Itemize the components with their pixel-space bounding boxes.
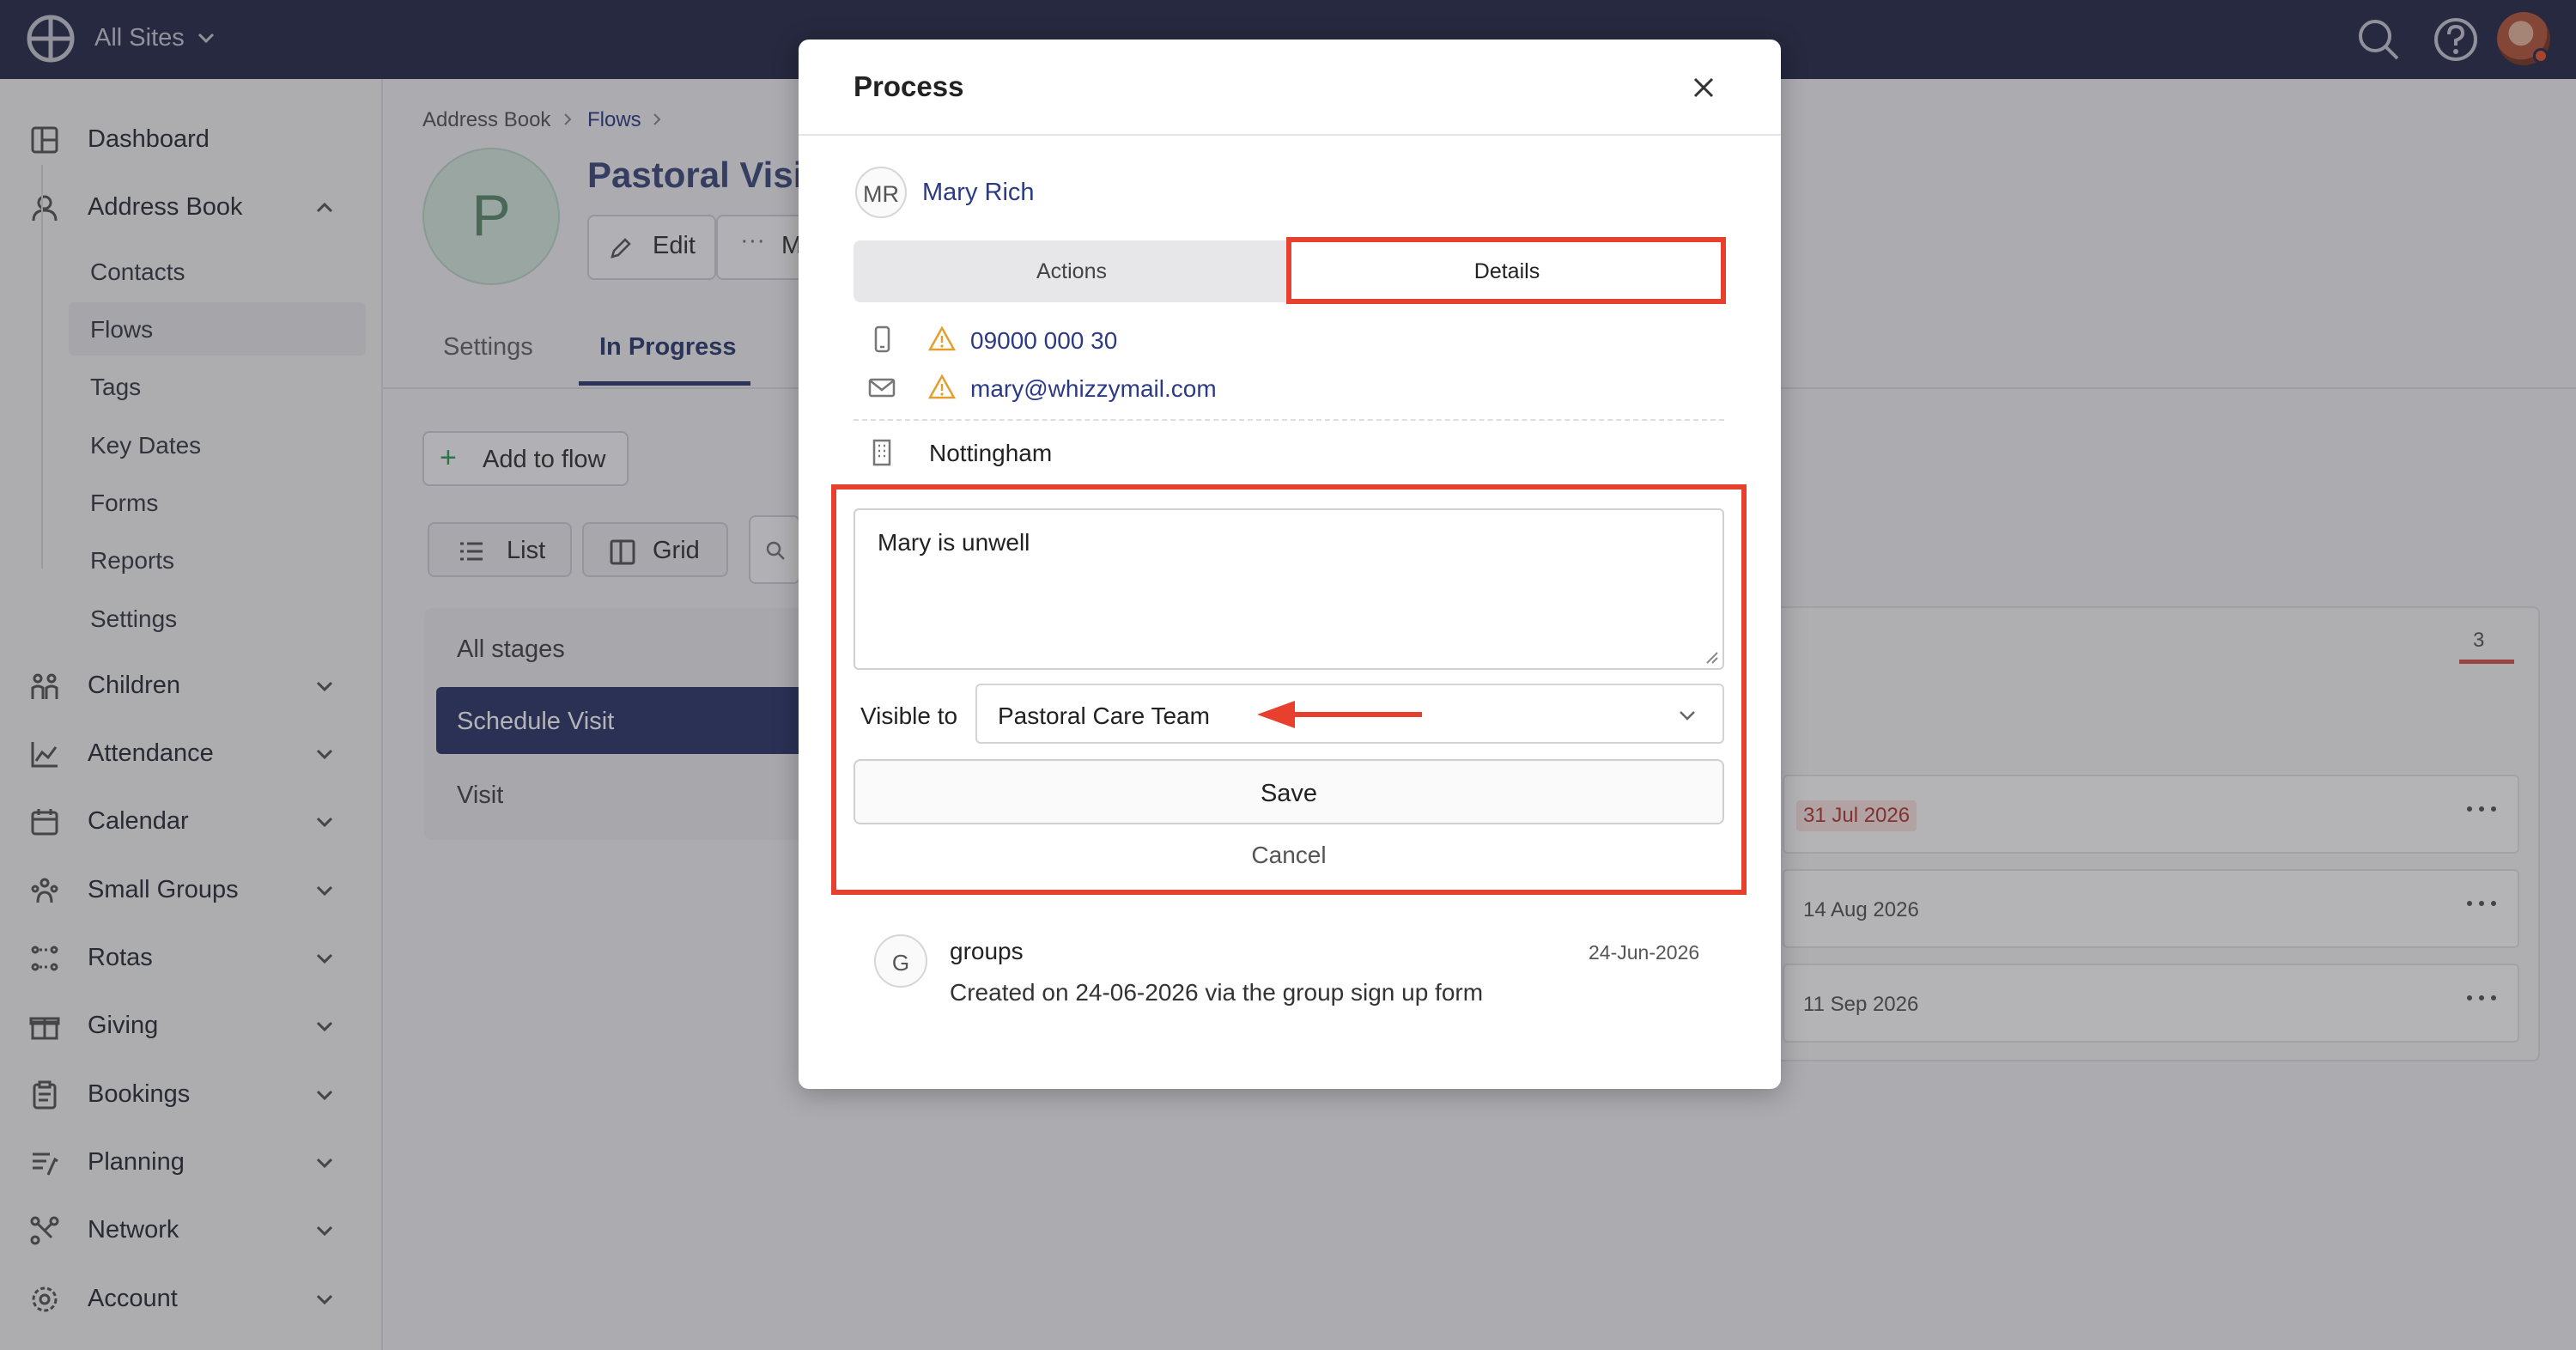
warning-icon [927, 374, 957, 399]
activity-user: groups [950, 938, 1024, 964]
chevron-down-icon [1680, 711, 1695, 721]
person-initials: MR [863, 181, 899, 207]
details-divider [854, 419, 1724, 421]
visibility-selected-value: Pastoral Care Team [998, 702, 1210, 729]
warning-icon [927, 325, 957, 351]
phone-link[interactable]: 09000 000 30 [970, 327, 1117, 355]
close-icon[interactable] [1686, 70, 1721, 105]
note-text: Mary is unwell [878, 529, 1030, 556]
save-button[interactable]: Save [854, 759, 1724, 824]
activity-date: 24-Jun-2026 [1589, 941, 1700, 964]
visible-to-label: Visible to [860, 702, 958, 729]
modal-title: Process [854, 70, 964, 102]
person-name-link[interactable]: Mary Rich [922, 179, 1035, 207]
resize-handle-icon[interactable] [1704, 649, 1719, 665]
tab-actions-label: Actions [1036, 259, 1107, 283]
note-textarea[interactable]: Mary is unwell [854, 508, 1724, 670]
email-icon [868, 378, 896, 398]
cancel-button[interactable]: Cancel [854, 842, 1724, 869]
save-button-label: Save [1260, 780, 1318, 807]
highlight-box-details [1286, 237, 1726, 304]
activity-avatar-initial: G [891, 950, 910, 976]
building-icon [872, 439, 891, 466]
modal-header-divider [799, 134, 1781, 136]
person-avatar: MR [855, 167, 907, 218]
annotation-arrow-icon [1257, 701, 1422, 728]
activity-text: Created on 24-06-2026 via the group sign… [950, 979, 1484, 1006]
location-text: Nottingham [929, 440, 1053, 466]
phone-icon [874, 325, 890, 353]
activity-avatar: G [874, 934, 927, 988]
tab-actions[interactable]: Actions [854, 240, 1290, 302]
email-link[interactable]: mary@whizzymail.com [970, 375, 1217, 403]
